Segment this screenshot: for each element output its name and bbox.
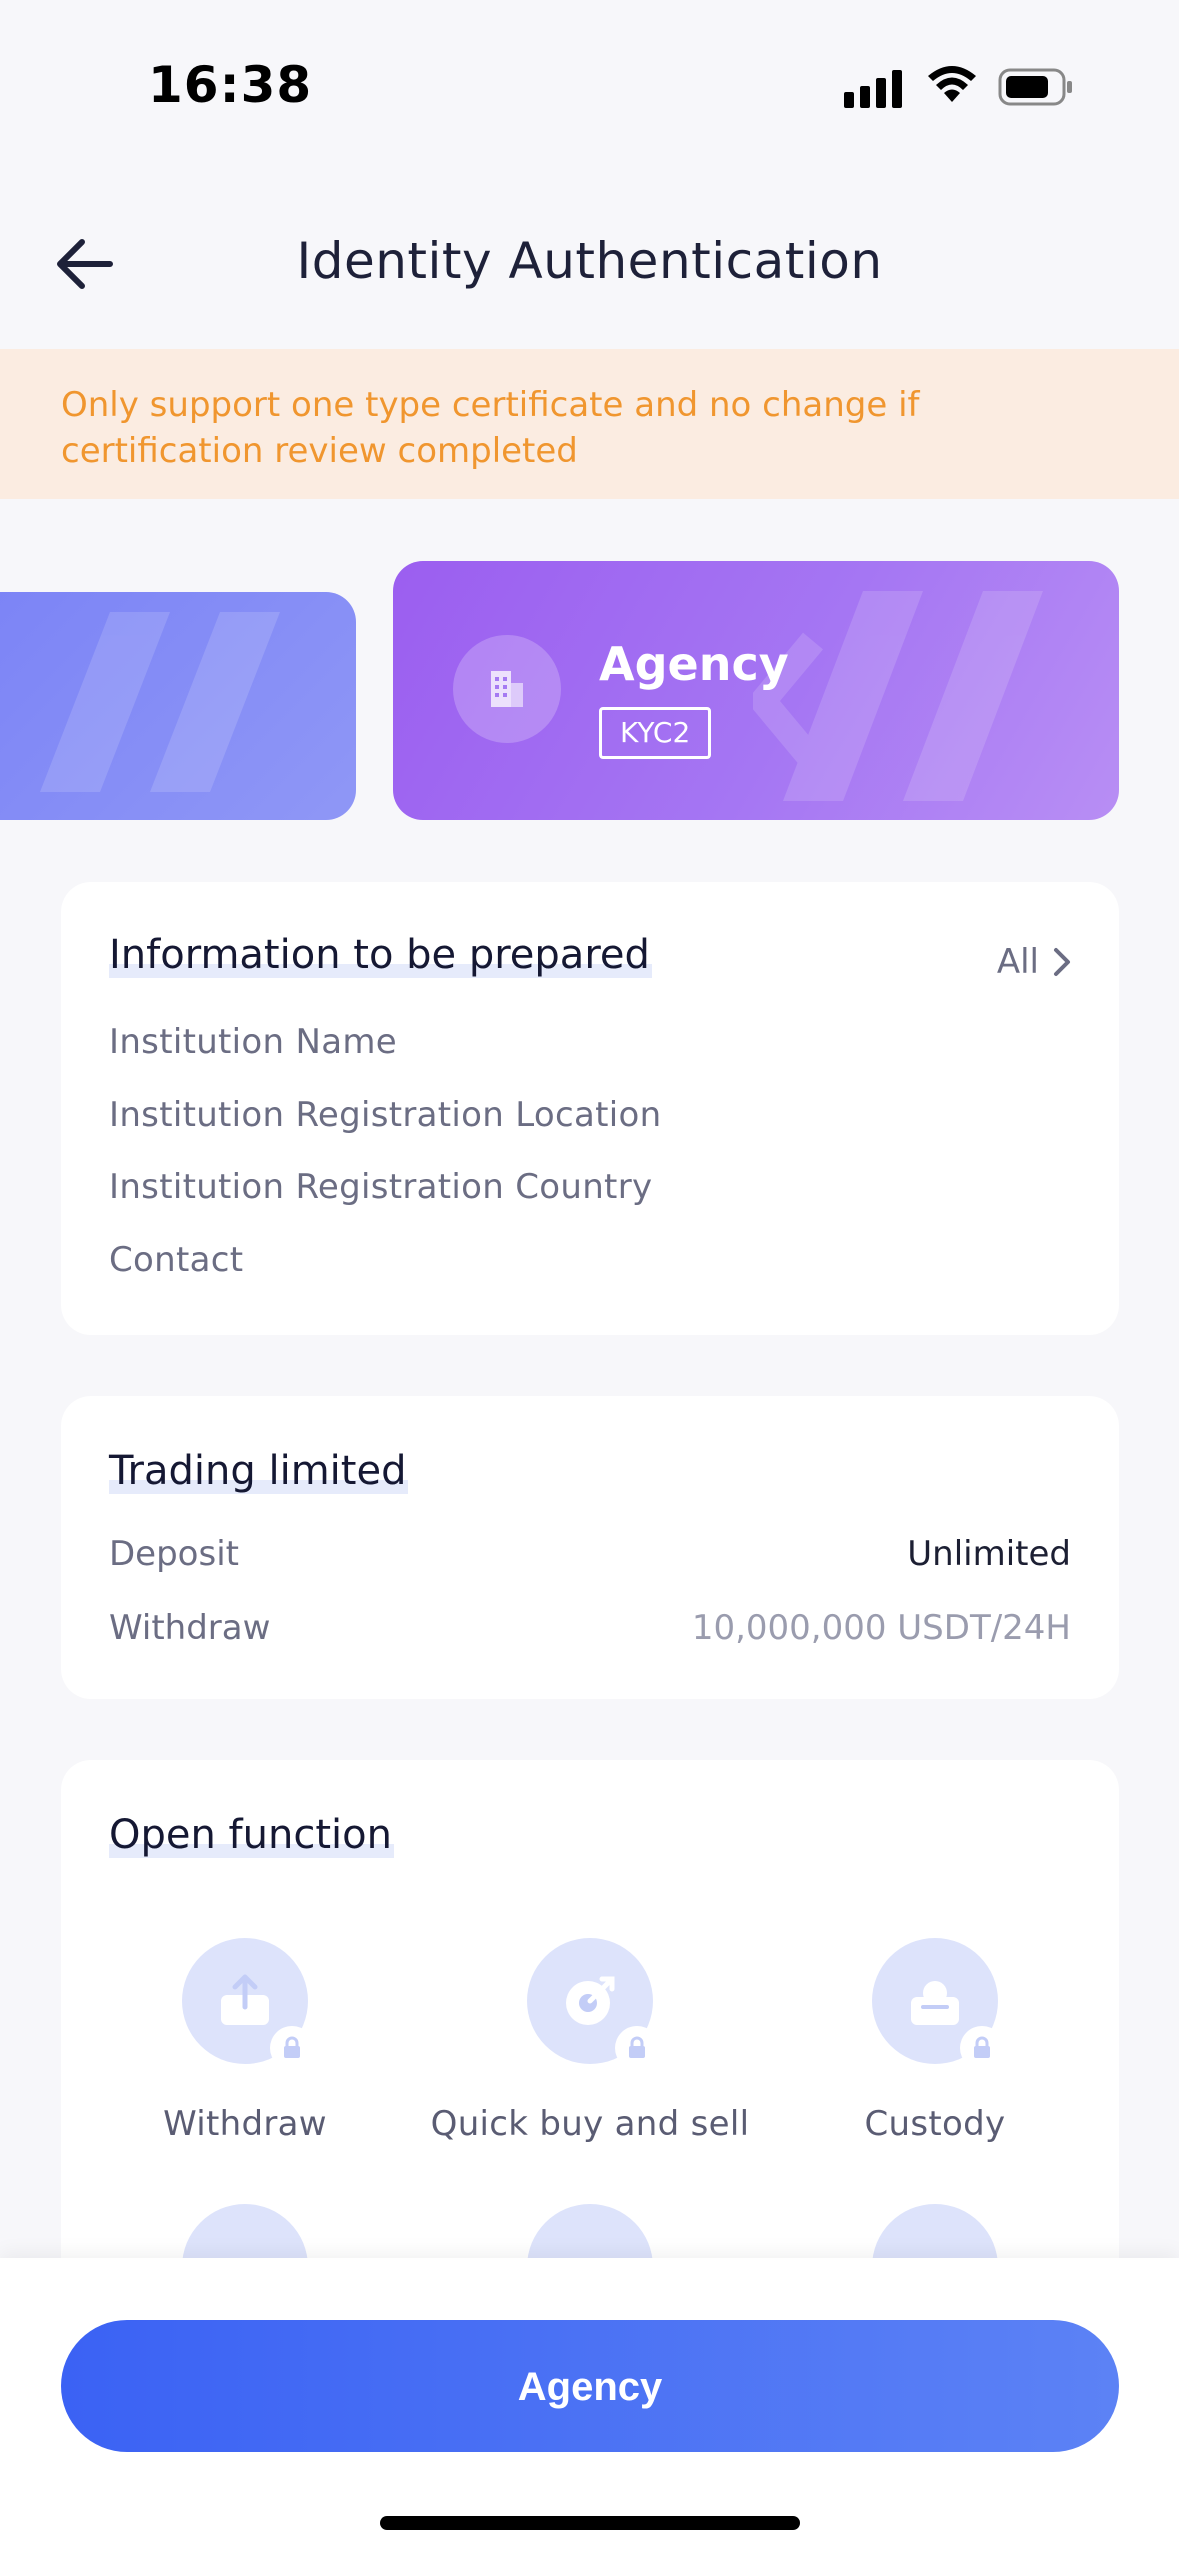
deposit-label: Deposit bbox=[109, 1534, 239, 1574]
deposit-value: Unlimited bbox=[907, 1534, 1071, 1574]
withdraw-label: Withdraw bbox=[109, 1608, 271, 1648]
info-item: Institution Registration Country bbox=[109, 1167, 653, 1207]
building-icon bbox=[453, 635, 561, 743]
wifi-icon bbox=[928, 66, 976, 102]
agency-submit-button[interactable]: Agency bbox=[61, 2320, 1119, 2452]
lock-icon bbox=[270, 2026, 314, 2070]
target-arrow-icon bbox=[566, 1976, 615, 2025]
function-label: Custody bbox=[864, 2104, 1006, 2144]
card-decoration-icon bbox=[753, 591, 1043, 801]
all-link-label: All bbox=[996, 942, 1039, 982]
agency-card[interactable]: Agency KYC2 bbox=[393, 561, 1119, 820]
functions-title: Open function bbox=[109, 1812, 394, 1858]
kyc-badge: KYC2 bbox=[599, 707, 712, 759]
status-time: 16:38 bbox=[148, 56, 313, 114]
prepare-panel: Information to be prepared All Instituti… bbox=[61, 882, 1119, 1335]
info-item: Institution Registration Location bbox=[109, 1095, 662, 1135]
battery-icon bbox=[998, 68, 1072, 106]
function-label: Quick buy and sell bbox=[430, 2104, 750, 2144]
notice-text: Only support one type certificate and no… bbox=[61, 385, 920, 471]
function-custody[interactable]: Custody bbox=[775, 1938, 1095, 2144]
lock-icon bbox=[615, 2026, 659, 2070]
info-item: Contact bbox=[109, 1240, 244, 1280]
trading-title: Trading limited bbox=[109, 1448, 409, 1494]
individual-card[interactable] bbox=[0, 592, 356, 820]
upload-tray-icon bbox=[221, 1974, 269, 2025]
function-withdraw[interactable]: Withdraw bbox=[85, 1938, 405, 2144]
home-indicator bbox=[380, 2516, 800, 2530]
info-item: Institution Name bbox=[109, 1022, 397, 1062]
function-quick-buy-sell[interactable]: Quick buy and sell bbox=[430, 1938, 750, 2144]
prepare-title: Information to be prepared bbox=[109, 932, 652, 978]
function-label: Withdraw bbox=[163, 2104, 327, 2144]
cellular-signal-icon bbox=[844, 66, 906, 108]
all-link[interactable]: All bbox=[997, 942, 1071, 982]
vault-icon bbox=[911, 1981, 959, 2025]
functions-panel: Open function Withdraw Quick buy and sel… bbox=[61, 1760, 1119, 2330]
trading-panel: Trading limited Deposit Unlimited Withdr… bbox=[61, 1396, 1119, 1699]
chevron-right-icon bbox=[1054, 948, 1070, 976]
withdraw-value: 10,000,000 USDT/24H bbox=[691, 1608, 1071, 1648]
card-decoration-icon bbox=[40, 612, 280, 792]
lock-icon bbox=[960, 2026, 1004, 2070]
page-title: Identity Authentication bbox=[296, 232, 883, 290]
agency-card-title: Agency bbox=[599, 637, 789, 691]
